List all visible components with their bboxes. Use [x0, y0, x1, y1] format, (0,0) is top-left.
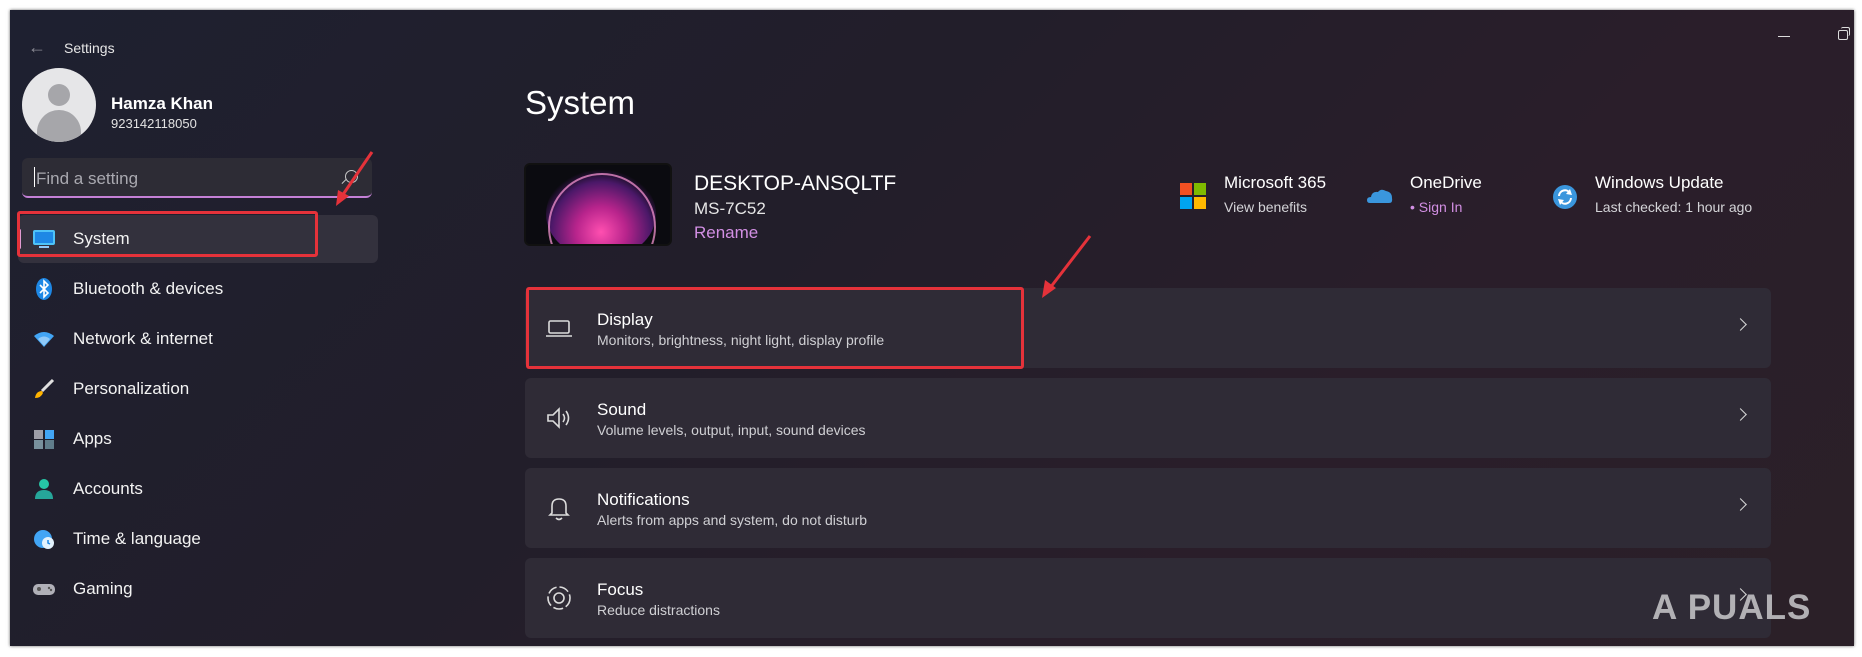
title-bar: ← Settings [10, 10, 1854, 72]
search-placeholder: Find a setting [36, 169, 139, 188]
focus-icon [547, 586, 571, 610]
sidebar-item-label: Time & language [73, 529, 201, 548]
sidebar-item-label: Apps [73, 429, 112, 448]
chevron-right-icon [1734, 318, 1747, 331]
card-title: Notifications [597, 490, 690, 509]
user-id: 923142118050 [111, 116, 197, 131]
chevron-right-icon [1734, 498, 1747, 511]
person-icon [35, 479, 53, 499]
microsoft-logo-icon [1180, 183, 1206, 209]
restore-icon [1838, 27, 1850, 40]
appuals-watermark: A PUALS [1652, 588, 1812, 627]
page-title: System [525, 84, 636, 121]
quick-link-title: OneDrive [1410, 173, 1482, 192]
sidebar-item-label: Network & internet [73, 329, 213, 348]
card-title: Focus [597, 580, 644, 599]
card-sound[interactable]: Sound Volume levels, output, input, soun… [525, 378, 1771, 458]
quick-link-title: Microsoft 365 [1224, 173, 1327, 192]
annotation-box-system [17, 211, 318, 257]
rename-link[interactable]: Rename [694, 223, 758, 243]
card-subtitle: Volume levels, output, input, sound devi… [597, 422, 866, 438]
annotation-arrow-display [1042, 235, 1092, 298]
card-focus[interactable]: Focus Reduce distractions [525, 558, 1771, 638]
card-notifications[interactable]: Notifications Alerts from apps and syste… [525, 468, 1771, 548]
app-title: Settings [64, 40, 115, 56]
text-caret [34, 167, 35, 187]
bell-icon [548, 498, 570, 521]
quick-link-subtitle: Last checked: 1 hour ago [1595, 199, 1753, 215]
annotation-box-display [526, 287, 1024, 369]
sidebar-item-accounts[interactable]: Accounts [18, 465, 378, 513]
sidebar-item-label: Gaming [73, 579, 133, 598]
onedrive-cloud-icon [1367, 189, 1393, 203]
user-name: Hamza Khan [111, 94, 214, 113]
sidebar-item-bluetooth[interactable]: Bluetooth & devices [18, 265, 378, 313]
back-arrow-icon[interactable]: ← [28, 38, 46, 56]
sidebar-item-gaming[interactable]: Gaming [18, 565, 378, 613]
sidebar-item-apps[interactable]: Apps [18, 415, 378, 463]
quick-link-subtitle: • Sign In [1410, 199, 1463, 215]
quick-link-title: Windows Update [1595, 173, 1724, 192]
card-subtitle: Reduce distractions [597, 602, 720, 618]
sidebar-item-personalization[interactable]: Personalization [18, 365, 378, 413]
device-wallpaper-thumbnail [524, 163, 672, 246]
avatar[interactable] [22, 68, 96, 142]
apps-icon [34, 430, 54, 449]
avatar-body-shape [37, 110, 81, 142]
wifi-icon [34, 332, 54, 347]
minimize-icon [1778, 36, 1790, 37]
sidebar-item-label: Bluetooth & devices [73, 279, 224, 298]
search-input[interactable]: Find a setting [22, 158, 372, 198]
windows-update-icon [1553, 185, 1577, 209]
gamepad-icon [33, 584, 55, 595]
bluetooth-icon [36, 278, 52, 300]
chevron-right-icon [1734, 408, 1747, 421]
card-subtitle: Alerts from apps and system, do not dist… [597, 512, 868, 528]
device-model: MS-7C52 [694, 199, 766, 218]
settings-window: ← Settings Hamza Khan 923142118050 Find … [10, 10, 1854, 646]
sidebar-item-time-language[interactable]: Time & language [18, 515, 378, 563]
globe-clock-icon [34, 530, 54, 549]
speaker-icon [547, 407, 570, 429]
minimize-button[interactable] [1770, 24, 1800, 44]
quick-link-subtitle: View benefits [1224, 199, 1308, 215]
sidebar-item-label: Personalization [73, 379, 190, 398]
sidebar-item-network[interactable]: Network & internet [18, 315, 378, 363]
card-title: Sound [597, 400, 647, 419]
restore-button[interactable] [1828, 24, 1854, 44]
avatar-head-shape [48, 84, 70, 106]
device-name: DESKTOP-ANSQLTF [694, 172, 897, 195]
brush-icon [35, 378, 55, 398]
sidebar-item-label: Accounts [73, 479, 143, 498]
annotation-arrow-search [336, 151, 374, 206]
